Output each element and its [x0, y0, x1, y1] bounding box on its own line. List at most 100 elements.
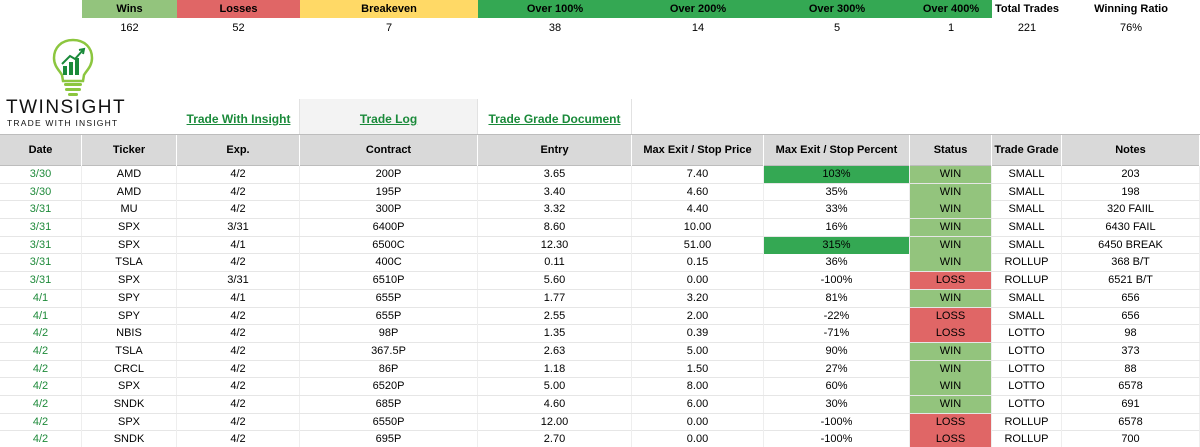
cell-max-exit-percent[interactable]: 33%: [764, 201, 910, 219]
cell-exp[interactable]: 4/2: [177, 254, 300, 272]
cell-date[interactable]: 4/1: [0, 307, 82, 325]
cell-notes[interactable]: 700: [1062, 431, 1200, 447]
cell-max-exit-percent[interactable]: 35%: [764, 183, 910, 201]
cell-exp[interactable]: 4/2: [177, 307, 300, 325]
cell-notes[interactable]: 98: [1062, 325, 1200, 343]
cell-entry[interactable]: 1.35: [478, 325, 632, 343]
cell-notes[interactable]: 368 B/T: [1062, 254, 1200, 272]
cell-exp[interactable]: 4/2: [177, 166, 300, 183]
cell-trade-grade[interactable]: SMALL: [992, 219, 1062, 237]
cell-max-exit-percent[interactable]: -100%: [764, 413, 910, 431]
cell-trade-grade[interactable]: LOTTO: [992, 325, 1062, 343]
cell-entry[interactable]: 3.65: [478, 166, 632, 183]
cell-max-exit-percent[interactable]: -71%: [764, 325, 910, 343]
cell-ticker[interactable]: SNDK: [82, 395, 177, 413]
cell-notes[interactable]: 198: [1062, 183, 1200, 201]
cell-max-exit-price[interactable]: 5.00: [632, 342, 764, 360]
cell-notes[interactable]: 6430 FAIL: [1062, 219, 1200, 237]
cell-status[interactable]: WIN: [910, 219, 992, 237]
cell-max-exit-percent[interactable]: 27%: [764, 360, 910, 378]
column-header-ticker[interactable]: Ticker: [82, 135, 177, 166]
cell-date[interactable]: 3/31: [0, 201, 82, 219]
cell-entry[interactable]: 2.55: [478, 307, 632, 325]
cell-date[interactable]: 3/30: [0, 166, 82, 183]
cell-date[interactable]: 4/2: [0, 413, 82, 431]
cell-exp[interactable]: 4/2: [177, 360, 300, 378]
cell-max-exit-price[interactable]: 7.40: [632, 166, 764, 183]
cell-status[interactable]: WIN: [910, 342, 992, 360]
cell-max-exit-percent[interactable]: 30%: [764, 395, 910, 413]
cell-exp[interactable]: 3/31: [177, 219, 300, 237]
cell-status[interactable]: WIN: [910, 395, 992, 413]
column-header-entry[interactable]: Entry: [478, 135, 632, 166]
cell-trade-grade[interactable]: LOTTO: [992, 342, 1062, 360]
cell-entry[interactable]: 12.30: [478, 236, 632, 254]
cell-ticker[interactable]: AMD: [82, 166, 177, 183]
cell-contract[interactable]: 6510P: [300, 272, 478, 290]
cell-status[interactable]: WIN: [910, 166, 992, 183]
cell-contract[interactable]: 685P: [300, 395, 478, 413]
cell-max-exit-price[interactable]: 10.00: [632, 219, 764, 237]
cell-status[interactable]: WIN: [910, 183, 992, 201]
cell-max-exit-price[interactable]: 0.00: [632, 431, 764, 447]
cell-trade-grade[interactable]: LOTTO: [992, 378, 1062, 396]
cell-date[interactable]: 3/31: [0, 272, 82, 290]
cell-ticker[interactable]: NBIS: [82, 325, 177, 343]
column-header-notes[interactable]: Notes: [1062, 135, 1200, 166]
column-header-trade-grade[interactable]: Trade Grade: [992, 135, 1062, 166]
cell-date[interactable]: 4/2: [0, 325, 82, 343]
cell-max-exit-price[interactable]: 0.00: [632, 413, 764, 431]
cell-max-exit-price[interactable]: 6.00: [632, 395, 764, 413]
cell-exp[interactable]: 4/1: [177, 236, 300, 254]
cell-exp[interactable]: 4/2: [177, 183, 300, 201]
cell-exp[interactable]: 4/2: [177, 395, 300, 413]
cell-trade-grade[interactable]: SMALL: [992, 166, 1062, 183]
cell-date[interactable]: 4/2: [0, 395, 82, 413]
cell-entry[interactable]: 0.11: [478, 254, 632, 272]
column-header-date[interactable]: Date: [0, 135, 82, 166]
cell-contract[interactable]: 6400P: [300, 219, 478, 237]
cell-trade-grade[interactable]: SMALL: [992, 289, 1062, 307]
column-header-exp[interactable]: Exp.: [177, 135, 300, 166]
cell-exp[interactable]: 4/2: [177, 413, 300, 431]
cell-entry[interactable]: 2.70: [478, 431, 632, 447]
cell-ticker[interactable]: SPX: [82, 378, 177, 396]
column-header-max-exit-percent[interactable]: Max Exit / Stop Percent: [764, 135, 910, 166]
cell-date[interactable]: 3/30: [0, 183, 82, 201]
cell-contract[interactable]: 98P: [300, 325, 478, 343]
cell-ticker[interactable]: TSLA: [82, 254, 177, 272]
cell-entry[interactable]: 1.77: [478, 289, 632, 307]
cell-status[interactable]: WIN: [910, 378, 992, 396]
cell-notes[interactable]: 656: [1062, 289, 1200, 307]
cell-ticker[interactable]: SPX: [82, 272, 177, 290]
trade-grade-document-link[interactable]: Trade Grade Document: [488, 112, 620, 126]
cell-trade-grade[interactable]: SMALL: [992, 201, 1062, 219]
cell-entry[interactable]: 2.63: [478, 342, 632, 360]
cell-status[interactable]: WIN: [910, 201, 992, 219]
column-header-status[interactable]: Status: [910, 135, 992, 166]
cell-status[interactable]: WIN: [910, 254, 992, 272]
cell-trade-grade[interactable]: LOTTO: [992, 360, 1062, 378]
cell-ticker[interactable]: TSLA: [82, 342, 177, 360]
cell-max-exit-price[interactable]: 0.15: [632, 254, 764, 272]
trade-log-link[interactable]: Trade Log: [360, 112, 417, 126]
cell-max-exit-percent[interactable]: 315%: [764, 236, 910, 254]
cell-contract[interactable]: 6500C: [300, 236, 478, 254]
cell-notes[interactable]: 6578: [1062, 413, 1200, 431]
cell-contract[interactable]: 400C: [300, 254, 478, 272]
cell-max-exit-percent[interactable]: 81%: [764, 289, 910, 307]
cell-date[interactable]: 3/31: [0, 219, 82, 237]
cell-trade-grade[interactable]: ROLLUP: [992, 272, 1062, 290]
cell-trade-grade[interactable]: ROLLUP: [992, 431, 1062, 447]
cell-contract[interactable]: 6550P: [300, 413, 478, 431]
cell-max-exit-price[interactable]: 51.00: [632, 236, 764, 254]
cell-contract[interactable]: 655P: [300, 307, 478, 325]
cell-date[interactable]: 4/2: [0, 342, 82, 360]
cell-ticker[interactable]: CRCL: [82, 360, 177, 378]
cell-max-exit-percent[interactable]: 103%: [764, 166, 910, 183]
cell-notes[interactable]: 6578: [1062, 378, 1200, 396]
cell-max-exit-price[interactable]: 3.20: [632, 289, 764, 307]
cell-max-exit-percent[interactable]: 60%: [764, 378, 910, 396]
cell-exp[interactable]: 3/31: [177, 272, 300, 290]
cell-max-exit-percent[interactable]: 90%: [764, 342, 910, 360]
